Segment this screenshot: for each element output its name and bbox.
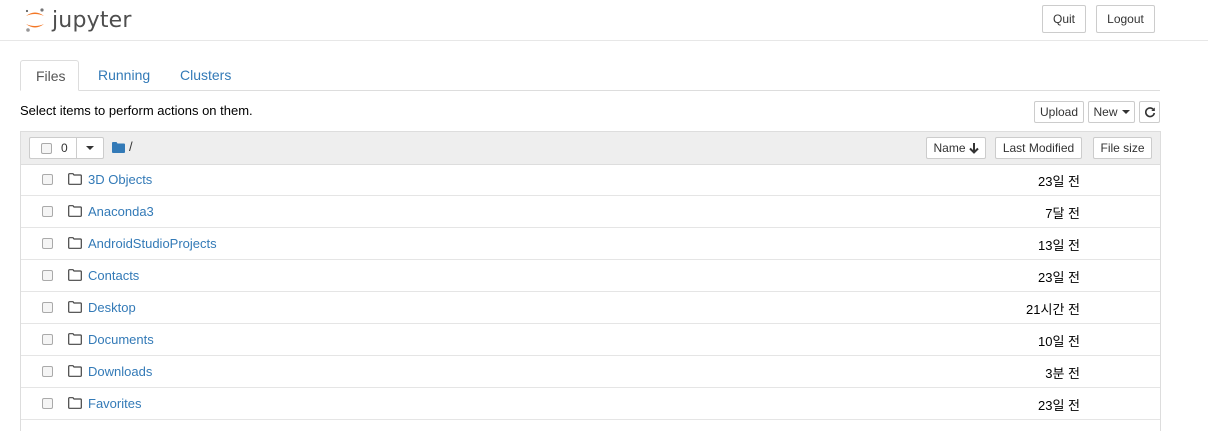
breadcrumb-root[interactable]: / (129, 139, 133, 154)
tab-bar: Files Running Clusters (20, 60, 1160, 91)
arrow-down-icon (968, 142, 979, 154)
row-checkbox[interactable] (42, 334, 53, 345)
file-name-link[interactable]: Contacts (88, 268, 139, 283)
caret-down-icon (1121, 110, 1130, 114)
caret-down-icon (86, 146, 94, 150)
list-item[interactable]: Documents 10일 전 (21, 324, 1160, 356)
folder-icon[interactable] (112, 142, 125, 153)
refresh-icon (1144, 107, 1155, 118)
select-all-control[interactable]: 0 (29, 137, 77, 159)
last-modified: 13일 전 (1038, 238, 1080, 253)
folder-outline-icon (68, 365, 82, 377)
row-checkbox[interactable] (42, 238, 53, 249)
file-name-link[interactable]: Favorites (88, 396, 141, 411)
list-item[interactable]: Contacts 23일 전 (21, 260, 1160, 292)
file-list-header: 0 / Name Last Modified File size (21, 132, 1160, 165)
top-header: jupyter Quit Logout (0, 0, 1208, 41)
folder-outline-icon (68, 301, 82, 313)
jupyter-logo-icon (25, 8, 44, 32)
refresh-button[interactable] (1139, 101, 1160, 123)
folder-outline-icon (68, 237, 82, 249)
file-name-link[interactable]: Anaconda3 (88, 204, 154, 219)
sort-name-label: Name (933, 141, 966, 155)
jupyter-logo[interactable]: jupyter (24, 6, 132, 34)
file-name-link[interactable]: AndroidStudioProjects (88, 236, 217, 251)
select-dropdown-button[interactable] (77, 137, 104, 159)
list-item[interactable]: Favorites 23일 전 (21, 388, 1160, 420)
file-name-link[interactable]: 3D Objects (88, 172, 152, 187)
list-item[interactable]: 3D Objects 23일 전 (21, 164, 1160, 196)
row-checkbox[interactable] (42, 206, 53, 217)
list-item[interactable]: AndroidStudioProjects 13일 전 (21, 228, 1160, 260)
folder-outline-icon (68, 397, 82, 409)
upload-button[interactable]: Upload (1034, 101, 1084, 123)
row-checkbox[interactable] (42, 366, 53, 377)
folder-outline-icon (68, 269, 82, 281)
row-checkbox[interactable] (42, 174, 53, 185)
file-name-link[interactable]: Downloads (88, 364, 152, 379)
folder-outline-icon (68, 173, 82, 185)
tab-clusters[interactable]: Clusters (165, 60, 246, 90)
last-modified: 21시간 전 (1026, 302, 1080, 317)
file-name-link[interactable]: Desktop (88, 300, 136, 315)
folder-outline-icon (68, 333, 82, 345)
logout-button[interactable]: Logout (1096, 5, 1155, 33)
row-checkbox[interactable] (42, 302, 53, 313)
last-modified: 3분 전 (1045, 366, 1080, 381)
last-modified: 10일 전 (1038, 334, 1080, 349)
sort-last-modified-button[interactable]: Last Modified (995, 137, 1082, 159)
tab-running[interactable]: Running (83, 60, 165, 90)
folder-outline-icon (68, 205, 82, 217)
last-modified: 23일 전 (1038, 174, 1080, 189)
last-modified: 7달 전 (1045, 206, 1080, 221)
last-modified: 23일 전 (1038, 398, 1080, 413)
new-label: New (1093, 105, 1118, 119)
list-item[interactable]: Desktop 21시간 전 (21, 292, 1160, 324)
instructions-text: Select items to perform actions on them. (20, 103, 253, 118)
select-all-checkbox[interactable] (41, 142, 52, 154)
row-checkbox[interactable] (42, 270, 53, 281)
row-checkbox[interactable] (42, 398, 53, 409)
logo-text: jupyter (52, 7, 132, 33)
tab-files[interactable]: Files (20, 60, 79, 91)
new-dropdown-button[interactable]: New (1088, 101, 1135, 123)
quit-button[interactable]: Quit (1042, 5, 1086, 33)
list-item[interactable]: Downloads 3분 전 (21, 356, 1160, 388)
sort-name-button[interactable]: Name (926, 137, 986, 159)
file-name-link[interactable]: Documents (88, 332, 154, 347)
file-list-panel: 0 / Name Last Modified File size 3D Obje… (20, 131, 1161, 431)
list-item[interactable]: Anaconda3 7달 전 (21, 196, 1160, 228)
selected-count: 0 (61, 141, 68, 155)
last-modified: 23일 전 (1038, 270, 1080, 285)
sort-file-size-button[interactable]: File size (1093, 137, 1152, 159)
